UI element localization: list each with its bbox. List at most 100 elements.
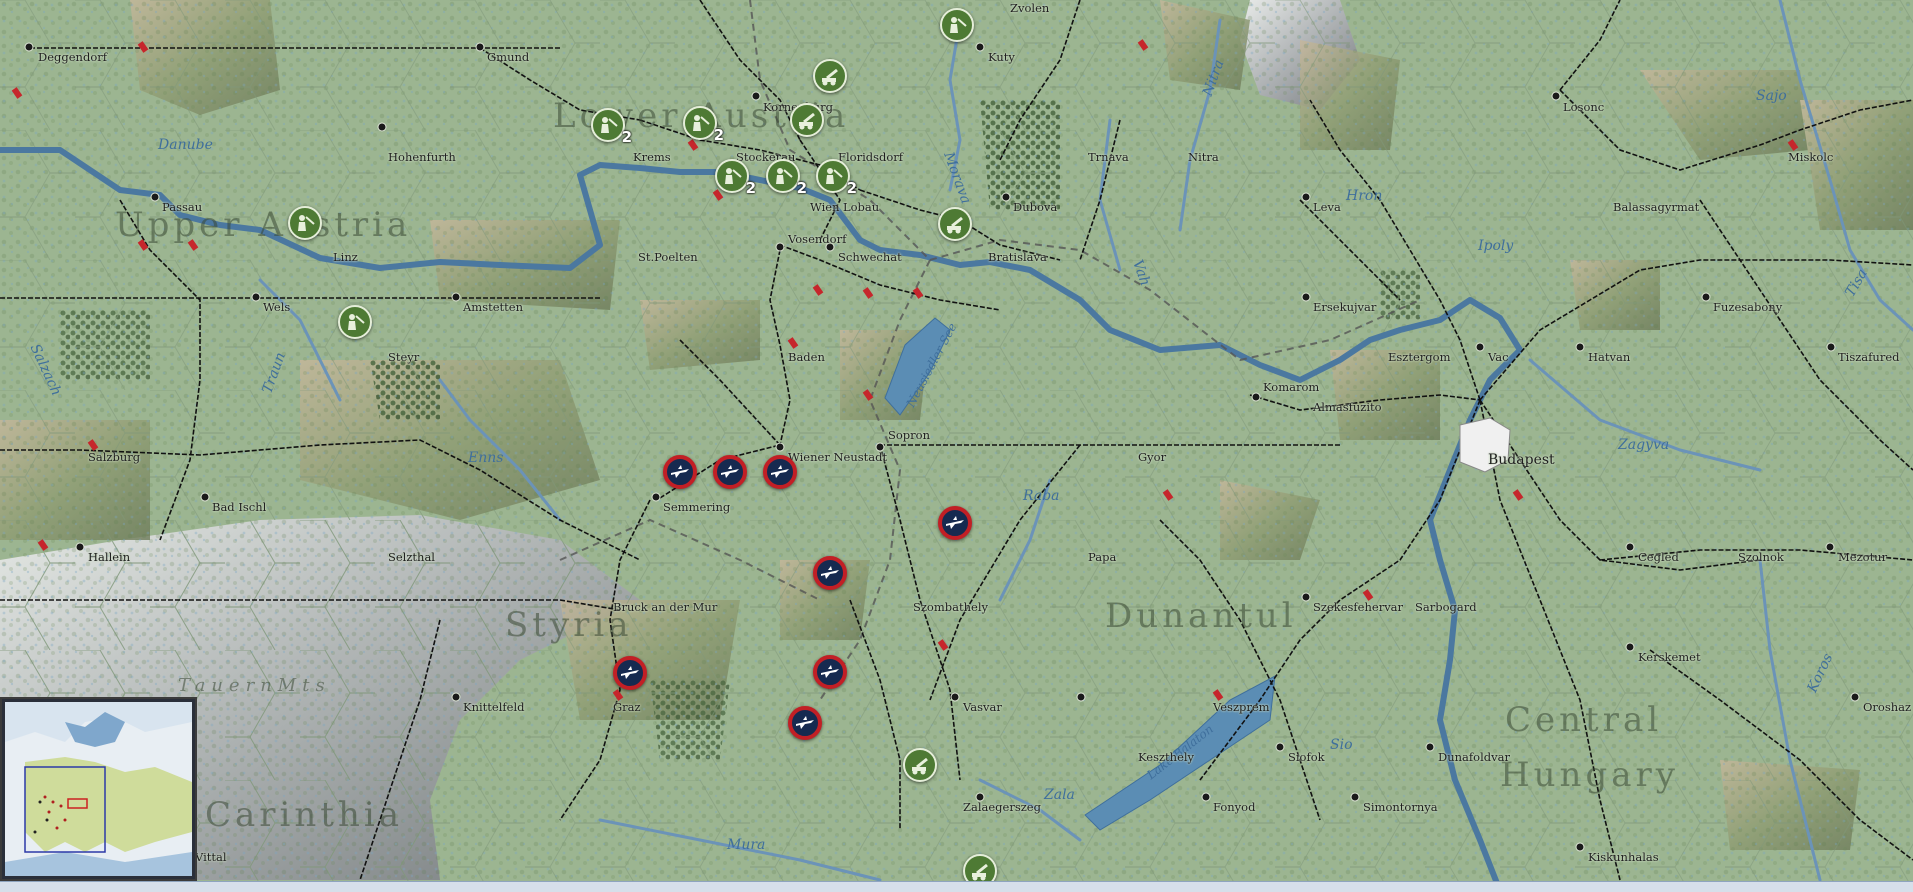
city-label: Vosendorf	[788, 232, 847, 246]
city-label: Keszthely	[1138, 750, 1195, 764]
minimap-image	[5, 702, 192, 876]
river-label: Zala	[1044, 787, 1075, 803]
river-label: Hron	[1346, 188, 1383, 204]
river-label: Raba	[1023, 488, 1060, 504]
river-label: Sio	[1330, 737, 1353, 753]
axis-infantry-unit[interactable]: 2	[715, 159, 756, 197]
city-label: Miskolc	[1788, 150, 1834, 164]
city-label: Graz	[613, 700, 641, 714]
city-label: Hatvan	[1588, 350, 1631, 364]
city-label: Szekesfehervar	[1313, 600, 1404, 614]
city-label: Gyor	[1138, 450, 1167, 464]
city-label: Amstetten	[463, 300, 523, 314]
city-label: Knittelfeld	[463, 700, 525, 714]
city-label: Vac	[1488, 350, 1509, 364]
region-label: Carinthia	[205, 795, 404, 835]
city-label: Passau	[162, 200, 203, 214]
river-label: Mura	[727, 837, 766, 853]
region-label: Upper Austria	[115, 205, 412, 245]
city-label: Szombathely	[913, 600, 988, 614]
allied-air-unit[interactable]	[788, 706, 822, 740]
city-label: Lobau	[843, 200, 880, 214]
axis-artillery-unit[interactable]	[938, 207, 972, 241]
city-label: Bruck an der Mur	[613, 600, 718, 614]
city-label: Linz	[333, 250, 358, 264]
minimap[interactable]	[0, 697, 197, 881]
city-label: Deggendorf	[38, 50, 107, 64]
axis-infantry-unit[interactable]: 2	[766, 159, 807, 197]
city-label: Dubova	[1013, 200, 1058, 214]
city-label: Bad Ischl	[212, 500, 267, 514]
allied-air-unit[interactable]	[938, 506, 972, 540]
axis-infantry-unit[interactable]	[940, 8, 974, 42]
allied-air-unit[interactable]	[613, 656, 647, 690]
unit-stack-count: 2	[745, 179, 756, 197]
city-label: Siofok	[1288, 750, 1325, 764]
city-label: Steyr	[388, 350, 420, 364]
city-label: Veszprem	[1213, 700, 1270, 714]
city-label: Hohenfurth	[388, 150, 456, 164]
city-label: Salzburg	[88, 450, 141, 464]
allied-air-unit[interactable]	[763, 455, 797, 489]
city-label: Krems	[633, 150, 671, 164]
allied-air-unit[interactable]	[813, 556, 847, 590]
city-label: Baden	[788, 350, 825, 364]
city-label: Wien	[810, 200, 840, 214]
city-label: Wiener Neustadt	[788, 450, 888, 464]
city-label: St.Poelten	[638, 250, 698, 264]
river-label: Zagyva	[1618, 437, 1670, 453]
city-label: Gmund	[487, 50, 530, 64]
city-label: Losonc	[1563, 100, 1605, 114]
axis-infantry-unit[interactable]	[288, 206, 322, 240]
river-label: Enns	[468, 450, 504, 466]
axis-infantry-unit[interactable]: 2	[816, 159, 857, 197]
region-label: Hungary	[1500, 755, 1679, 795]
city-label: Balassagyrmat	[1613, 200, 1700, 214]
unit-stack-count: 2	[796, 179, 807, 197]
region-label: Dunantul	[1105, 596, 1297, 636]
allied-air-unit[interactable]	[813, 655, 847, 689]
city-label: Selzthal	[388, 550, 435, 564]
city-label: Semmering	[663, 500, 731, 514]
axis-infantry-unit[interactable]: 2	[683, 106, 724, 144]
city-label: Papa	[1088, 550, 1117, 564]
city-label: Budapest	[1488, 452, 1555, 468]
city-label: Zalaegerszeg	[963, 800, 1041, 814]
city-label: Floridsdorf	[838, 150, 904, 164]
axis-artillery-unit[interactable]	[813, 59, 847, 93]
city-label: Trnava	[1088, 150, 1129, 164]
river-label: Danube	[158, 137, 213, 153]
city-label: Dunafoldvar	[1438, 750, 1510, 764]
city-label: Komarom	[1263, 380, 1320, 394]
city-label: Almasfuzito	[1313, 400, 1382, 414]
region-label: Central	[1505, 700, 1663, 740]
taskbar	[0, 881, 1913, 892]
region-label: TauernMts	[178, 675, 331, 696]
axis-artillery-unit[interactable]	[790, 103, 824, 137]
allied-air-unit[interactable]	[713, 455, 747, 489]
city-label: Kiskunhalas	[1588, 850, 1659, 864]
city-label: Nitra	[1188, 150, 1219, 164]
city-label: Sopron	[888, 428, 930, 442]
city-label: Szolnok	[1738, 550, 1784, 564]
city-label: Fuzesabony	[1713, 300, 1783, 314]
river-label: Ipoly	[1478, 238, 1514, 254]
city-label: Kerskemet	[1638, 650, 1701, 664]
allied-air-unit[interactable]	[663, 455, 697, 489]
city-label: Ersekujvar	[1313, 300, 1377, 314]
city-label: Zvolen	[1010, 1, 1050, 15]
city-label: Schwechat	[838, 250, 902, 264]
axis-artillery-unit[interactable]	[903, 748, 937, 782]
city-label: Oroshaz	[1863, 700, 1912, 714]
city-label: Vittal	[195, 850, 227, 864]
city-label: Fonyod	[1213, 800, 1256, 814]
axis-infantry-unit[interactable]: 2	[591, 108, 632, 146]
river-label: Sajo	[1756, 88, 1787, 104]
axis-infantry-unit[interactable]	[338, 305, 372, 339]
city-label: Wels	[263, 300, 291, 314]
city-label: Bratislava	[988, 250, 1047, 264]
city-label: Cegled	[1638, 550, 1679, 564]
unit-stack-count: 2	[846, 179, 857, 197]
city-label: Sarbogard	[1415, 600, 1477, 614]
city-label: Simontornya	[1363, 800, 1438, 814]
